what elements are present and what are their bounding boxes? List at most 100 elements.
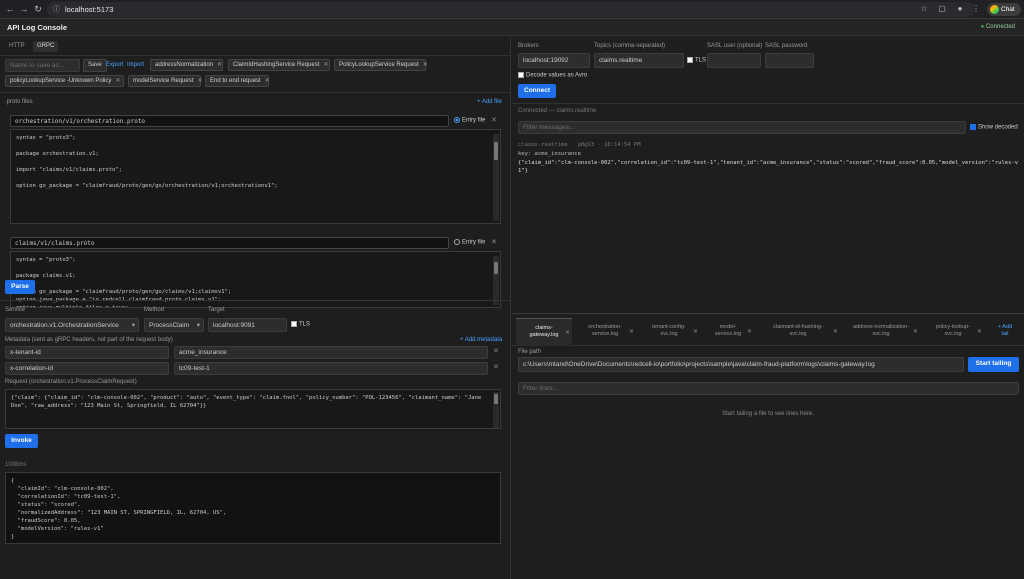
save-name-input[interactable]: Name to save as... (5, 59, 80, 72)
close-icon: ✕ (564, 330, 570, 336)
response-timing: 1008ms (5, 462, 27, 468)
tab-grpc[interactable]: GRPC (33, 41, 59, 52)
proto-editor[interactable]: syntax = "proto3"; package orchestration… (10, 129, 501, 224)
saved-request-chip[interactable]: addressNormalization ✕ (150, 59, 223, 71)
saved-request-chip[interactable]: PolicyLookupService Request ✕ (334, 59, 428, 71)
request-body: {"claim": {"claim_id": "clm-console-002"… (11, 395, 482, 409)
file-path-label: File path (518, 349, 542, 355)
reload-icon[interactable]: ↻ (33, 4, 43, 14)
grpc-panel: HTTP GRPC Name to save as... Save Export… (0, 37, 511, 579)
saved-request-chip[interactable]: policyLookupService -Unknown Policy ✕ (5, 75, 124, 87)
invoke-button[interactable]: Invoke (5, 434, 38, 448)
site-info-icon[interactable]: ⓘ (53, 2, 60, 17)
tab-claimant-id-hashing-svc-log[interactable]: claimant-id-hashing-svc.log ✕ (756, 318, 840, 346)
saved-request-chip[interactable]: modelService Request ✕ (128, 75, 202, 87)
chat-label: Chat (1001, 6, 1015, 13)
chevron-down-icon: ▾ (196, 322, 200, 329)
tab-claims-gateway-log[interactable]: claims-gateway.log ✕ (516, 318, 572, 346)
metadata-key-input[interactable]: x-correlation-id (5, 362, 169, 375)
export-button[interactable]: Export (106, 62, 123, 68)
proto-file-name-input[interactable]: orchestration/v1/orchestration.proto (10, 115, 449, 127)
target-label: Target (208, 307, 225, 313)
scrollbar[interactable] (493, 392, 499, 428)
kafka-tls-checkbox[interactable]: TLS (687, 57, 706, 64)
show-decoded-checkbox[interactable]: Show decoded (970, 124, 1018, 131)
message-value: {"claim_id":"clm-console-002","correlati… (518, 160, 1019, 174)
close-icon: ✕ (832, 329, 838, 335)
profile-icon[interactable]: ● (954, 3, 966, 15)
add-metadata-button[interactable]: + Add metadata (460, 337, 502, 343)
parse-button[interactable]: Parse (5, 280, 35, 294)
entry-file-radio[interactable]: Entry file (454, 117, 485, 124)
remove-metadata-icon[interactable]: ✕ (493, 363, 499, 371)
chevron-down-icon: ▾ (131, 322, 135, 329)
tab-tenant-config-svc-log[interactable]: tenant-config-svc.log ✕ (638, 318, 700, 346)
tab-orchestration-service-log[interactable]: orchestration-service.log ✕ (574, 318, 636, 346)
tab-address-normalization-svc-log[interactable]: address-normalization-svc.log ✕ (842, 318, 920, 346)
status-dot-icon: ● (980, 24, 985, 30)
method-select[interactable]: ProcessClaim ▾ (144, 318, 204, 332)
saved-request-chip[interactable]: ClaimIdHashingService Request ✕ (228, 59, 330, 71)
scrollbar[interactable] (493, 256, 499, 305)
connect-button[interactable]: Connect (518, 84, 556, 98)
forward-icon[interactable]: → (19, 4, 29, 14)
extensions-icon[interactable]: ▢ (936, 3, 948, 15)
response-panel: { "claimId": "clm-console-002", "correla… (5, 472, 501, 544)
save-button[interactable]: Save (83, 59, 107, 72)
tab-model-service-log[interactable]: model-service.log ✕ (702, 318, 754, 346)
import-button[interactable]: Import (127, 62, 144, 68)
menu-icon[interactable]: ⋮ (970, 3, 982, 15)
message-meta: claims.realtime · p0@13 · 10:14:54 PM (518, 142, 641, 148)
sasl-user-input[interactable] (707, 53, 761, 68)
request-label: Request (orchestration.v1.ProcessClaimRe… (5, 379, 137, 385)
checkbox-icon (291, 321, 297, 327)
metadata-value-input[interactable]: acme_insurance (174, 346, 488, 359)
remove-file-icon[interactable]: ✕ (491, 116, 497, 124)
topics-input[interactable]: claims.realtime (594, 53, 684, 68)
address-bar[interactable]: ⓘ localhost:5173 (47, 2, 975, 17)
radio-icon (454, 117, 460, 123)
remove-metadata-icon[interactable]: ✕ (493, 347, 499, 355)
close-icon: ✕ (912, 329, 918, 335)
close-icon: ✕ (692, 329, 698, 335)
star-icon[interactable]: ☆ (918, 3, 930, 15)
remove-file-icon[interactable]: ✕ (491, 238, 497, 246)
close-icon: ✕ (264, 78, 270, 84)
app-title: API Log Console (7, 23, 67, 32)
checkbox-icon (970, 124, 976, 130)
avro-checkbox[interactable]: Decode values as Avro (518, 72, 587, 79)
start-tailing-button[interactable]: Start tailing (968, 357, 1019, 372)
proto-file-name-input[interactable]: claims/v1/claims.proto (10, 237, 449, 249)
filter-lines-input[interactable]: Filter lines... (518, 382, 1019, 395)
chat-button[interactable]: Chat (987, 3, 1021, 16)
status-text: Connected (985, 24, 1015, 30)
proto-content: syntax = "proto3"; package orchestration… (16, 135, 278, 189)
request-body-editor[interactable]: {"claim": {"claim_id": "clm-console-002"… (5, 389, 501, 429)
metadata-key-input[interactable]: x-tenant-id (5, 346, 169, 359)
file-path-input[interactable]: c:\Users\mtand\OneDrive\Documents\redcel… (518, 357, 964, 372)
sasl-password-input[interactable] (765, 53, 814, 68)
connection-status: ● Connected (981, 24, 1015, 30)
close-icon: ✕ (115, 78, 121, 84)
log-empty-state: Start tailing a file to see lines here. (722, 411, 814, 417)
topics-label: Topics (comma-separated) (594, 43, 666, 49)
tab-http[interactable]: HTTP (5, 41, 29, 52)
metadata-value-input[interactable]: tc09-test-1 (174, 362, 488, 375)
saved-request-chip[interactable]: End to end request ✕ (205, 75, 270, 87)
scrollbar[interactable] (493, 134, 499, 221)
entry-file-radio[interactable]: Entry file (454, 239, 485, 246)
browser-toolbar: ← → ↻ ⓘ localhost:5173 ☆ ▢ ● ⋮ Chat (0, 0, 1024, 19)
brokers-input[interactable]: localhost:19092 (518, 53, 590, 68)
close-icon: ✕ (217, 62, 223, 68)
kafka-connected-status: Connected — claims.realtime (518, 108, 597, 114)
method-label: Method (144, 307, 165, 313)
add-tail-button[interactable]: + Add tail (990, 318, 1020, 346)
tab-policy-lookup-svc-log[interactable]: policy-lookup-svc.log ✕ (922, 318, 984, 346)
target-input[interactable]: localhost:9091 (208, 318, 287, 332)
tls-checkbox[interactable]: TLS (291, 321, 310, 328)
back-icon[interactable]: ← (5, 4, 15, 14)
service-select[interactable]: orchestration.v1.OrchestrationService ▾ (5, 318, 139, 332)
filter-messages-input[interactable]: Filter messages... (518, 121, 966, 134)
add-file-button[interactable]: + Add file (477, 99, 502, 105)
close-icon: ✕ (323, 62, 329, 68)
